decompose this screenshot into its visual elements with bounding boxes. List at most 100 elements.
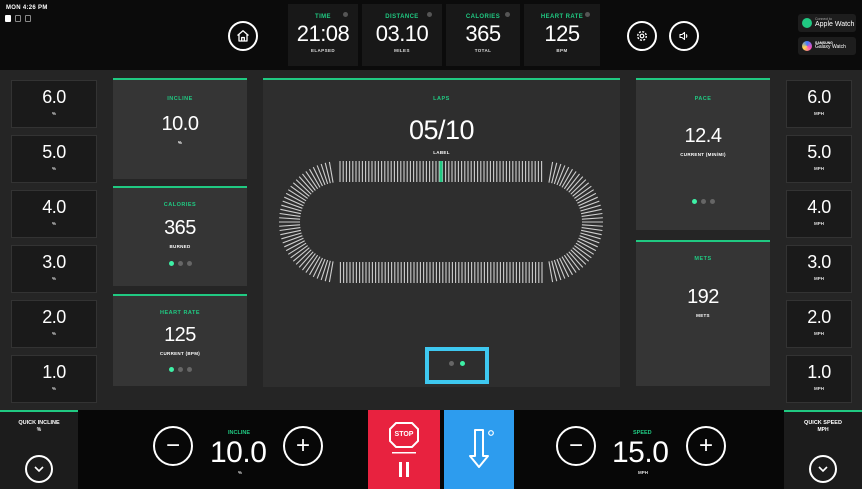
incline-preset-3[interactable]: 3.0 %	[11, 245, 97, 293]
preset-unit: MPH	[814, 111, 824, 116]
pace-card[interactable]: PACE 12.4 CURRENT (MIN/MI)	[636, 78, 770, 230]
quick-incline[interactable]: QUICK INCLINE %	[0, 410, 78, 489]
speed-decrease-button[interactable]: −	[556, 426, 596, 466]
speaker-icon	[679, 31, 688, 41]
heart-status-icon	[15, 15, 21, 22]
metric-sub: TOTAL	[474, 48, 492, 53]
page-dots	[636, 199, 770, 204]
quick-speed[interactable]: QUICK SPEED MPH	[784, 410, 862, 489]
preset-value: 5.0	[42, 142, 66, 162]
metric-sub: ELAPSED	[310, 48, 336, 53]
incline-preset-6[interactable]: 6.0 %	[11, 80, 97, 128]
heart-rate-card[interactable]: HEART RATE 125 CURRENT (BPM)	[113, 294, 247, 386]
track-tick	[279, 212, 301, 217]
laps-card[interactable]: LAPS 05/10 LABEL	[263, 78, 620, 387]
cooldown-button[interactable]	[444, 410, 514, 489]
page-dots	[113, 261, 247, 266]
quick-incline-expand[interactable]	[25, 455, 53, 483]
quick-incline-unit: %	[36, 426, 42, 433]
speed-increase-button[interactable]: +	[686, 426, 726, 466]
metric-value: 125	[544, 21, 580, 46]
speed-preset-4[interactable]: 4.0 MPH	[786, 190, 852, 238]
metric-sub: BPM	[556, 48, 568, 53]
metric-dot	[427, 12, 432, 17]
metric-calories[interactable]: CALORIES 365 TOTAL	[446, 4, 520, 66]
home-icon	[237, 30, 249, 42]
metric-time[interactable]: TIME 21:08 ELAPSED	[288, 4, 358, 66]
metric-dot	[505, 12, 510, 17]
volume-button[interactable]	[669, 21, 699, 51]
card-label: CALORIES	[163, 202, 197, 208]
speed-preset-3[interactable]: 3.0 MPH	[786, 245, 852, 293]
apple-watch-label: Apple Watch	[815, 21, 855, 29]
card-sub: CURRENT (MIN/MI)	[680, 152, 726, 157]
incline-increase-button[interactable]: +	[283, 426, 323, 466]
metric-heart-rate[interactable]: HEART RATE 125 BPM	[524, 4, 600, 66]
speed-preset-6[interactable]: 6.0 MPH	[786, 80, 852, 128]
carousel-highlight[interactable]	[425, 347, 489, 384]
settings-button[interactable]	[627, 21, 657, 51]
speed-preset-5[interactable]: 5.0 MPH	[786, 135, 852, 183]
calories-card[interactable]: CALORIES 365 BURNED	[113, 186, 247, 286]
lightning-icon	[802, 18, 812, 28]
incline-preset-5[interactable]: 5.0 %	[11, 135, 97, 183]
incline-control-value: 10.0	[210, 436, 267, 469]
preset-unit: %	[51, 331, 56, 336]
battery-icon	[5, 15, 11, 22]
card-value: 12.4	[684, 125, 722, 147]
preset-value: 6.0	[42, 87, 66, 107]
quick-incline-label: QUICK INCLINE	[18, 420, 60, 426]
chevron-down-icon	[34, 466, 44, 473]
metric-distance[interactable]: DISTANCE 03.10 MILES	[362, 4, 442, 66]
galaxy-watch-label: Galaxy Watch	[815, 44, 846, 51]
preset-value: 4.0	[807, 197, 831, 217]
card-value: 192	[687, 286, 719, 308]
card-sub: CURRENT (BPM)	[159, 351, 201, 356]
incline-preset-1[interactable]: 1.0 %	[11, 355, 97, 403]
stop-button[interactable]: STOP	[368, 410, 440, 489]
preset-unit: MPH	[814, 331, 824, 336]
lap-track	[279, 161, 603, 283]
incline-control-unit: %	[238, 470, 243, 475]
quick-speed-expand[interactable]	[809, 455, 837, 483]
galaxy-watch-connect[interactable]: SAMSUNG Galaxy Watch	[798, 37, 856, 55]
page-dots	[113, 367, 247, 372]
preset-value: 2.0	[807, 307, 831, 327]
speed-control-value: 15.0	[612, 436, 669, 469]
speed-preset-1[interactable]: 1.0 MPH	[786, 355, 852, 403]
clock: MON 4:26 PM	[6, 5, 48, 11]
card-sub: METS	[696, 313, 710, 318]
preset-unit: MPH	[814, 386, 824, 391]
incline-decrease-button[interactable]: −	[153, 426, 193, 466]
samsung-health-icon	[802, 41, 812, 51]
incline-card[interactable]: INCLINE 10.0 %	[113, 78, 247, 179]
bottom-bar: QUICK INCLINE % − INCLINE 10.0 % + STOP …	[0, 410, 862, 489]
incline-preset-2[interactable]: 2.0 %	[11, 300, 97, 348]
preset-unit: MPH	[814, 276, 824, 281]
home-button[interactable]	[228, 21, 258, 51]
metric-dot	[343, 12, 348, 17]
apple-watch-connect[interactable]: Connect to Apple Watch	[798, 14, 856, 32]
stop-label: STOP	[394, 431, 414, 438]
preset-value: 3.0	[807, 252, 831, 272]
track-tick	[581, 227, 603, 232]
speed-preset-2[interactable]: 2.0 MPH	[786, 300, 852, 348]
card-value: 365	[164, 217, 196, 239]
preset-value: 1.0	[42, 362, 66, 382]
mets-card[interactable]: METS 192 METS	[636, 240, 770, 386]
page-dots	[429, 361, 485, 366]
track-tick	[279, 227, 301, 232]
preset-unit: %	[51, 111, 56, 116]
quick-speed-unit: MPH	[817, 426, 829, 433]
preset-value: 1.0	[807, 362, 831, 382]
preset-unit: %	[51, 166, 56, 171]
gear-icon	[636, 30, 648, 42]
metric-value: 03.10	[375, 21, 429, 46]
metric-sub: MILES	[394, 48, 410, 53]
chevron-down-icon	[818, 466, 828, 473]
card-value: 10.0	[161, 113, 199, 135]
incline-preset-4[interactable]: 4.0 %	[11, 190, 97, 238]
card-sub: %	[177, 140, 183, 145]
track-tick	[282, 200, 303, 209]
card-label: INCLINE	[167, 96, 193, 102]
